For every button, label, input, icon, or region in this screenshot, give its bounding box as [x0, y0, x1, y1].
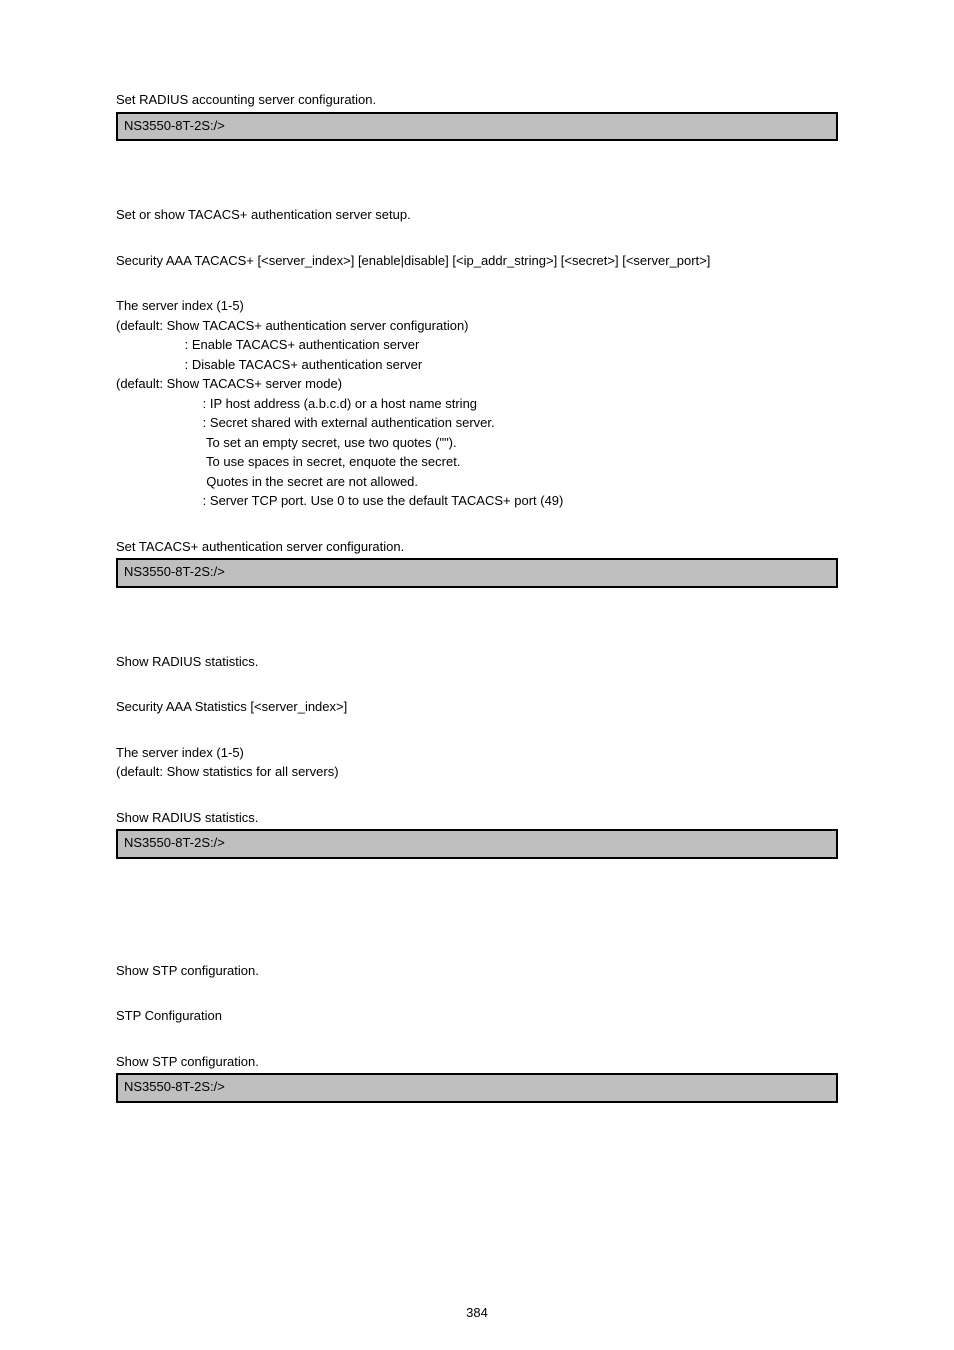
- description-text: Set TACACS+ authentication server config…: [116, 537, 838, 557]
- param-text: To set an empty secret, use two quotes (…: [116, 433, 838, 453]
- description-text: Show STP configuration.: [116, 961, 838, 981]
- description-text: Show RADIUS statistics.: [116, 808, 838, 828]
- syntax-text: Security AAA Statistics [<server_index>]: [116, 697, 838, 717]
- description-text: Set RADIUS accounting server configurati…: [116, 90, 838, 110]
- code-example-box: NS3550-8T-2S:/>: [116, 558, 838, 588]
- code-example-box: NS3550-8T-2S:/>: [116, 112, 838, 142]
- description-text: Set or show TACACS+ authentication serve…: [116, 205, 838, 225]
- code-prompt: NS3550-8T-2S:/>: [124, 833, 830, 853]
- page-container: Set RADIUS accounting server configurati…: [0, 0, 954, 1350]
- param-text: To use spaces in secret, enquote the sec…: [116, 452, 838, 472]
- param-text: (default: Show TACACS+ server mode): [116, 374, 838, 394]
- code-example-box: NS3550-8T-2S:/>: [116, 829, 838, 859]
- param-text: The server index (1-5): [116, 743, 838, 763]
- code-prompt: NS3550-8T-2S:/>: [124, 116, 830, 136]
- param-text: Quotes in the secret are not allowed.: [116, 472, 838, 492]
- param-text: : Server TCP port. Use 0 to use the defa…: [116, 491, 838, 511]
- syntax-text: STP Configuration: [116, 1006, 838, 1026]
- param-text: : IP host address (a.b.c.d) or a host na…: [116, 394, 838, 414]
- code-prompt: NS3550-8T-2S:/>: [124, 1077, 830, 1097]
- syntax-text: Security AAA TACACS+ [<server_index>] [e…: [116, 251, 838, 271]
- code-prompt: NS3550-8T-2S:/>: [124, 562, 830, 582]
- description-text: Show STP configuration.: [116, 1052, 838, 1072]
- param-text: : Disable TACACS+ authentication server: [116, 355, 838, 375]
- param-text: (default: Show TACACS+ authentication se…: [116, 316, 838, 336]
- param-text: (default: Show statistics for all server…: [116, 762, 838, 782]
- param-text: The server index (1-5): [116, 296, 838, 316]
- code-example-box: NS3550-8T-2S:/>: [116, 1073, 838, 1103]
- param-text: : Secret shared with external authentica…: [116, 413, 838, 433]
- description-text: Show RADIUS statistics.: [116, 652, 838, 672]
- param-text: : Enable TACACS+ authentication server: [116, 335, 838, 355]
- page-number: 384: [0, 1305, 954, 1320]
